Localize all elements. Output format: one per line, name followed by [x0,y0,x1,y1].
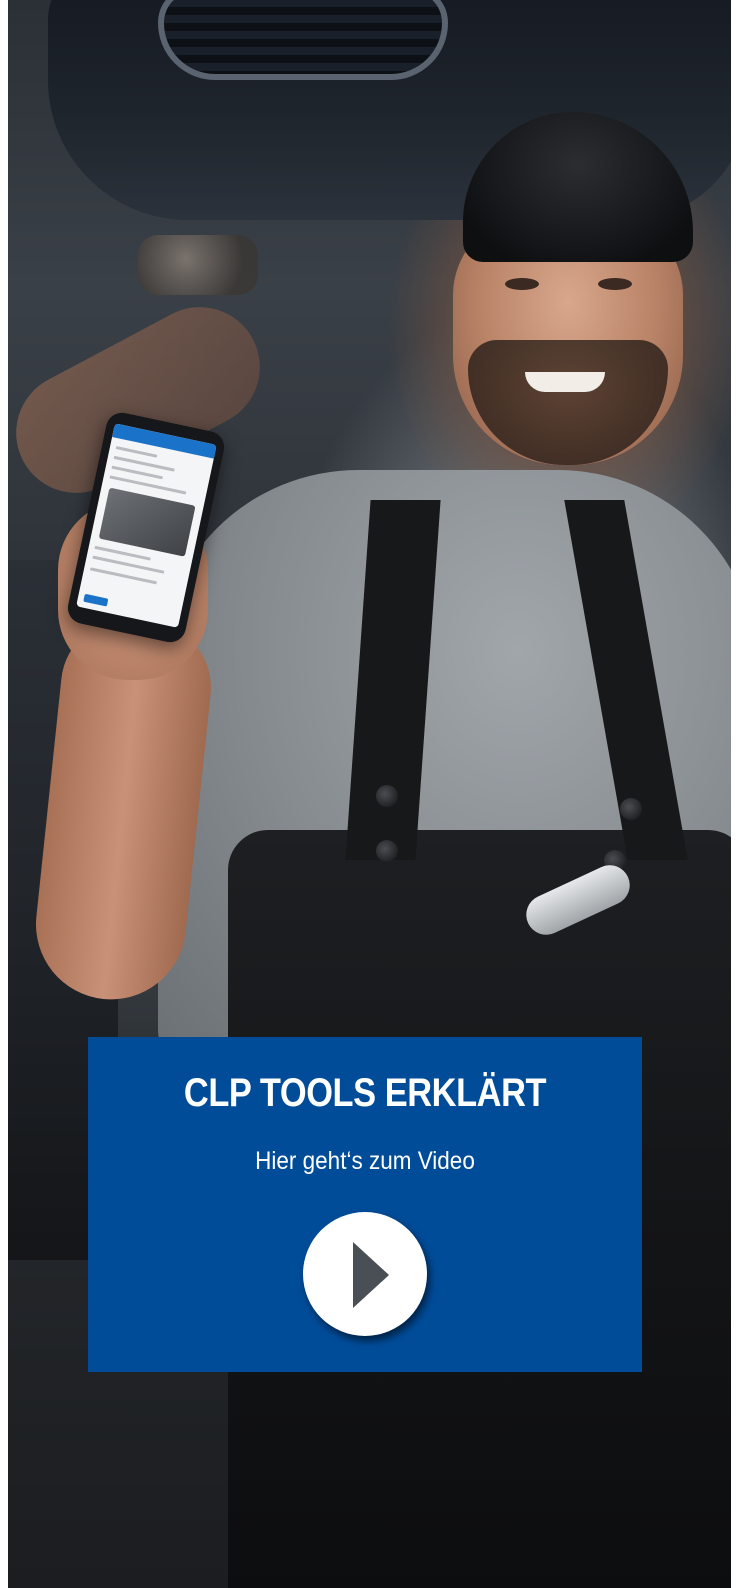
overall-button [376,840,398,862]
exhaust-pipe [138,235,258,295]
mechanic-eye [598,278,632,290]
overall-button [376,785,398,807]
play-video-button[interactable] [303,1212,427,1336]
cta-title: CLP TOOLS ERKLÄRT [183,1071,547,1115]
phone-text-line [115,446,157,458]
video-cta-box[interactable]: CLP TOOLS ERKLÄRT Hier geht‘s zum Video [88,1037,642,1372]
phone-app-button [83,593,109,607]
mechanic-eye [505,278,539,290]
mechanic-beard [468,340,668,465]
mechanic-smile [525,372,605,392]
cta-subtitle[interactable]: Hier geht‘s zum Video [116,1147,615,1176]
phone-tool-image [98,487,196,557]
overall-button [620,798,642,820]
play-icon [353,1242,389,1308]
car-grille [158,0,448,80]
phone-app-bar [112,423,217,459]
